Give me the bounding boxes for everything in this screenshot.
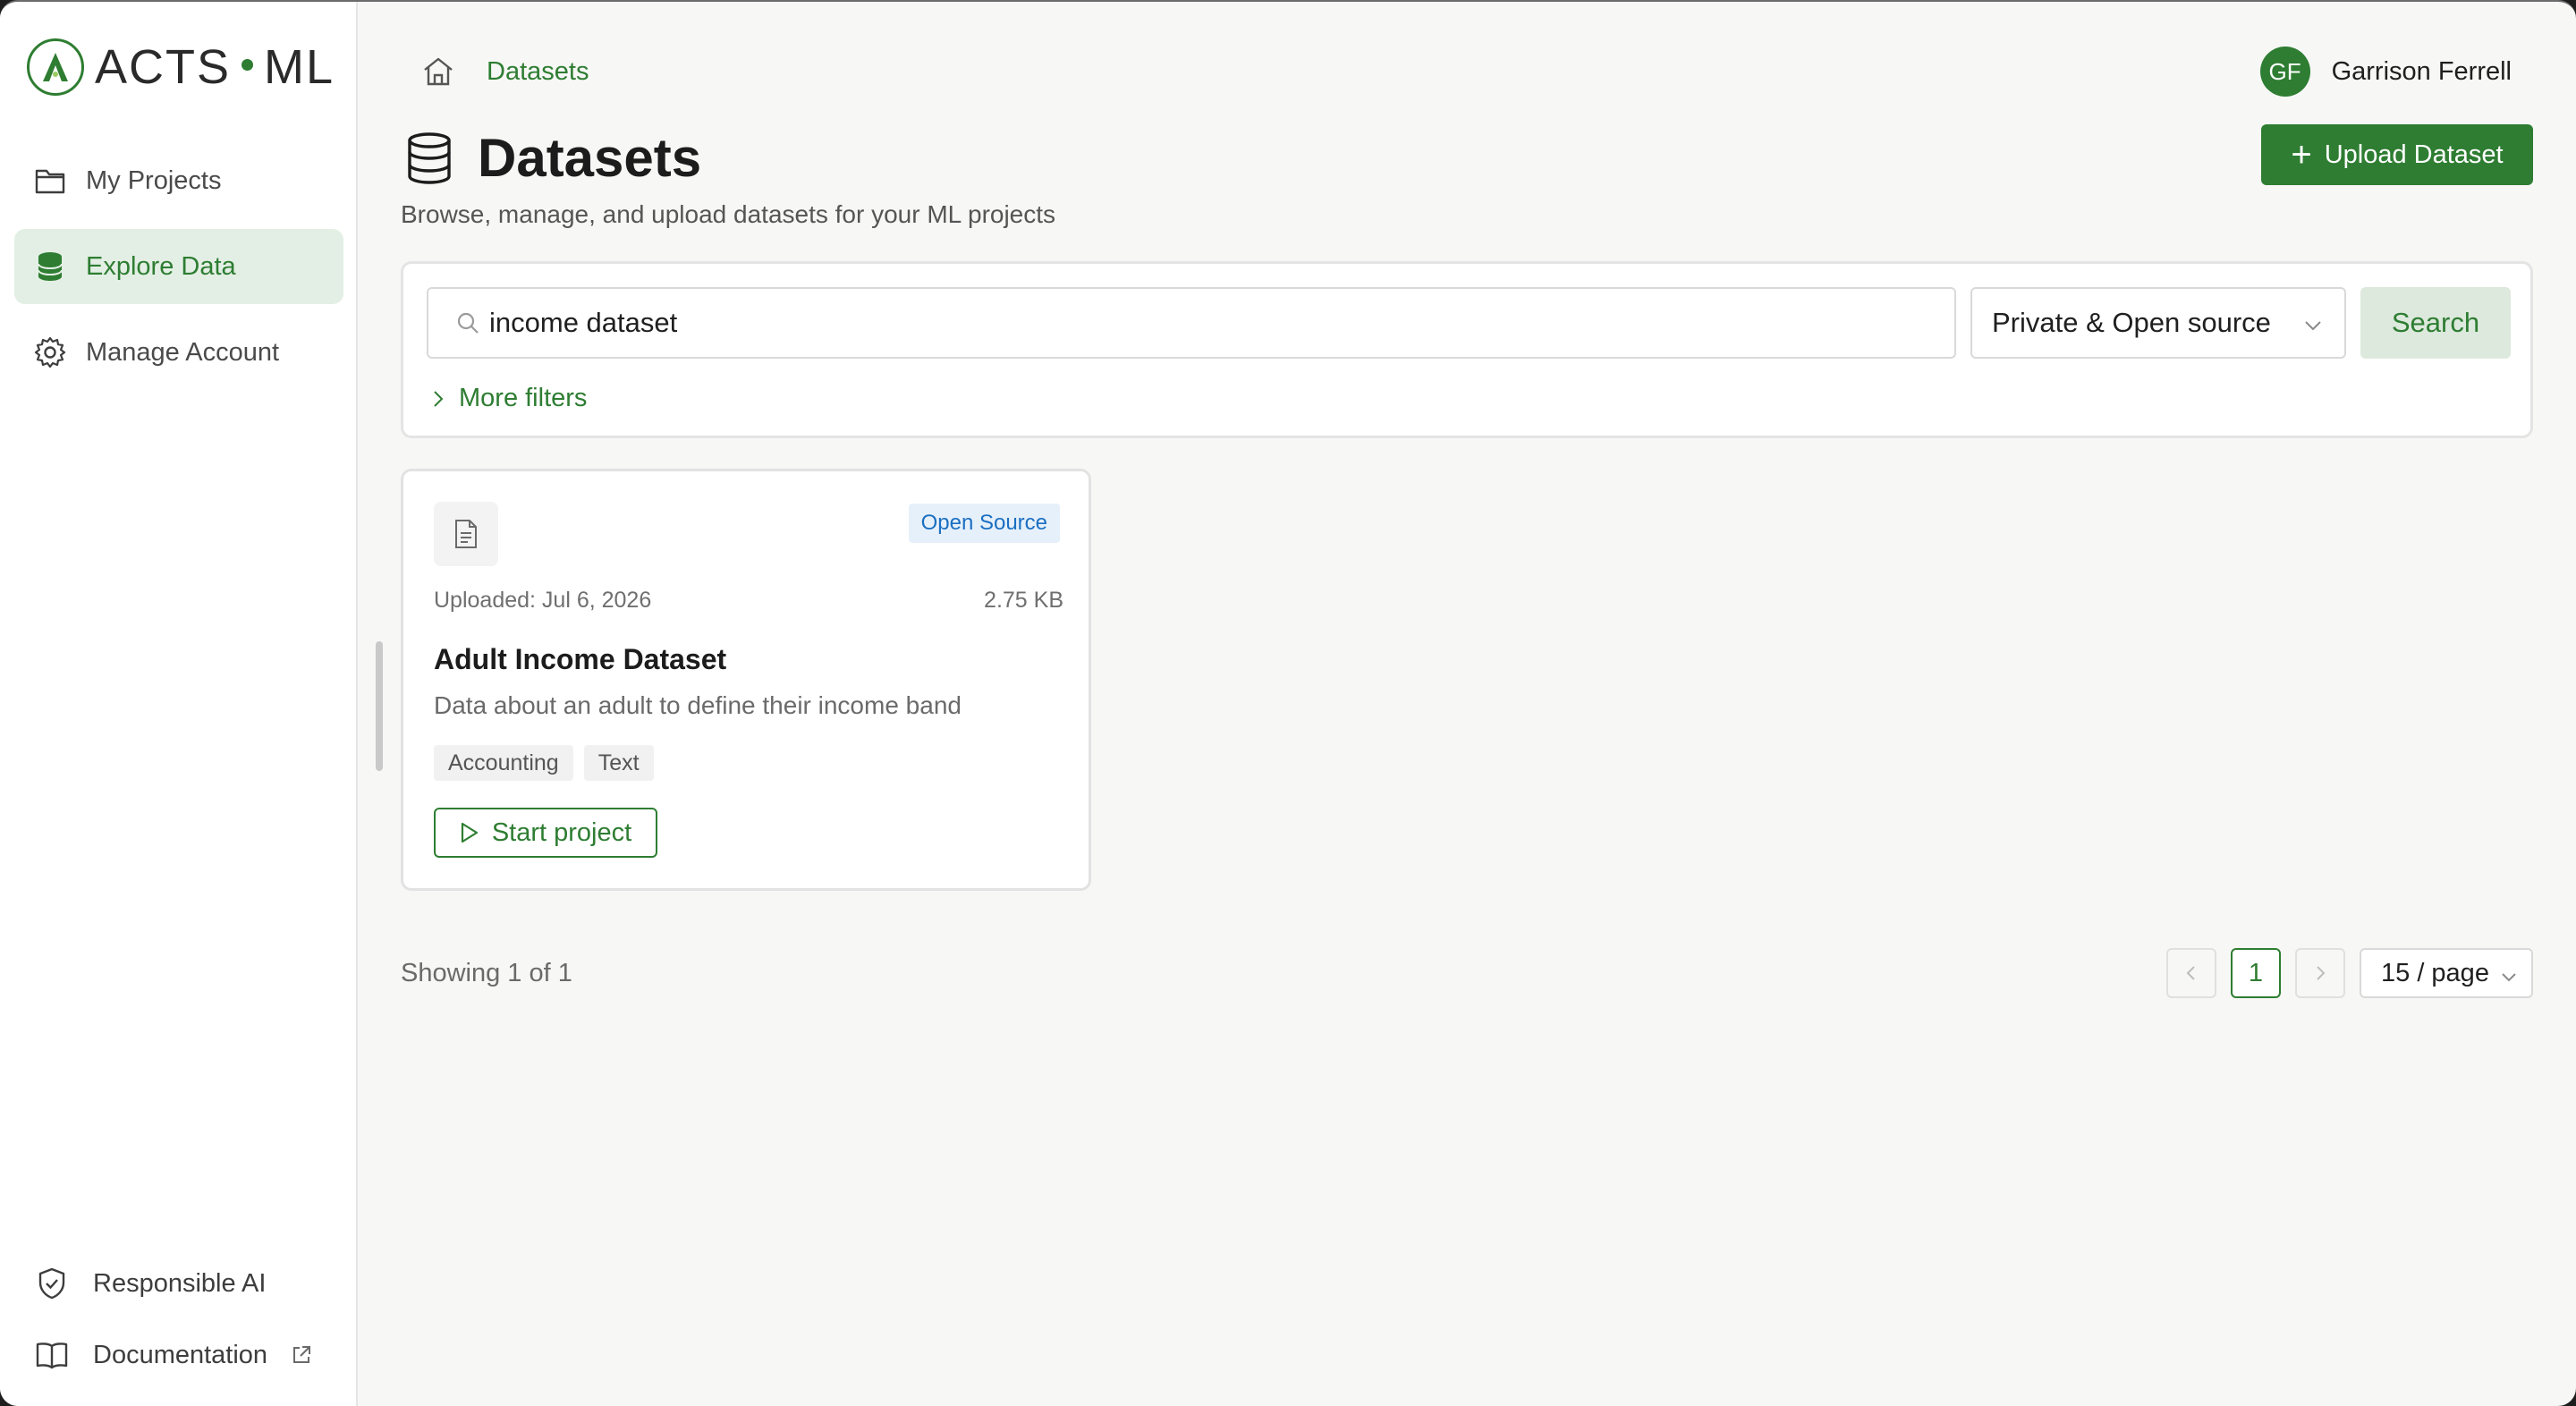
home-icon[interactable] bbox=[420, 54, 456, 89]
gear-icon bbox=[32, 335, 68, 370]
plus-icon: + bbox=[2291, 135, 2312, 174]
database-icon bbox=[32, 249, 68, 284]
folder-icon bbox=[32, 163, 68, 199]
start-project-label: Start project bbox=[491, 817, 632, 847]
user-name: Garrison Ferrell bbox=[2331, 56, 2512, 86]
breadcrumb: Datasets bbox=[420, 52, 589, 91]
search-input[interactable] bbox=[489, 307, 1920, 339]
search-button[interactable]: Search bbox=[2360, 287, 2511, 359]
start-project-button[interactable]: Start project bbox=[434, 808, 657, 858]
tag: Accounting bbox=[434, 745, 573, 781]
search-icon bbox=[455, 309, 482, 336]
sidebar-item-manage-account[interactable]: Manage Account bbox=[14, 315, 343, 390]
chevron-right-icon bbox=[430, 389, 446, 409]
dataset-tags: Accounting Text bbox=[434, 745, 665, 781]
status-badge: Open Source bbox=[908, 504, 1060, 543]
chevron-left-icon bbox=[2186, 966, 2195, 980]
page-size-select[interactable]: 15 / page bbox=[2360, 948, 2533, 998]
breadcrumb-datasets[interactable]: Datasets bbox=[487, 57, 589, 87]
page-number[interactable]: 1 bbox=[2231, 948, 2281, 998]
brand-logo[interactable]: ACTS ML bbox=[27, 38, 335, 97]
visibility-select-value: Private & Open source bbox=[1992, 307, 2271, 338]
dataset-description: Data about an adult to define their inco… bbox=[434, 691, 962, 719]
sidebar-item-documentation[interactable]: Documentation bbox=[0, 1324, 358, 1386]
more-filters-label: More filters bbox=[459, 384, 588, 412]
chevron-down-icon bbox=[2499, 964, 2519, 994]
sidebar-item-label: Explore Data bbox=[86, 251, 236, 281]
results-count: Showing 1 of 1 bbox=[401, 959, 572, 987]
search-panel: Private & Open source Search More filter… bbox=[401, 261, 2533, 438]
next-page-button[interactable] bbox=[2295, 948, 2345, 998]
upload-date: Uploaded: Jul 6, 2026 bbox=[434, 588, 652, 613]
sidebar-item-label: My Projects bbox=[86, 165, 222, 195]
book-icon bbox=[34, 1337, 70, 1373]
more-filters-toggle[interactable]: More filters bbox=[430, 384, 587, 413]
prev-page-button[interactable] bbox=[2166, 948, 2216, 998]
shield-check-icon bbox=[34, 1266, 70, 1301]
brand-name: ACTS ML bbox=[95, 40, 335, 94]
avatar: GF bbox=[2259, 47, 2310, 97]
sidebar-item-label: Documentation bbox=[93, 1340, 268, 1369]
page-title: Datasets bbox=[478, 128, 702, 188]
dataset-card[interactable]: Open Source Uploaded: Jul 6, 2026 2.75 K… bbox=[401, 469, 1091, 891]
upload-dataset-label: Upload Dataset bbox=[2324, 140, 2504, 169]
app-window: ACTS ML My Projects Explore Data Manage A… bbox=[0, 0, 2576, 1406]
sidebar-item-responsible-ai[interactable]: Responsible AI bbox=[0, 1252, 358, 1315]
database-icon bbox=[401, 130, 458, 187]
play-icon bbox=[460, 821, 479, 844]
chevron-right-icon bbox=[2317, 966, 2326, 980]
sidebar-item-my-projects[interactable]: My Projects bbox=[14, 143, 343, 218]
file-icon bbox=[434, 502, 498, 566]
logo-mark-icon bbox=[27, 38, 84, 96]
sidebar-item-explore-data[interactable]: Explore Data bbox=[14, 229, 343, 304]
page-subtitle: Browse, manage, and upload datasets for … bbox=[401, 200, 1056, 228]
visibility-select[interactable]: Private & Open source bbox=[1970, 287, 2346, 359]
file-size: 2.75 KB bbox=[984, 588, 1063, 613]
page-size-value: 15 / page bbox=[2381, 958, 2489, 987]
external-link-icon bbox=[291, 1344, 312, 1366]
sidebar: ACTS ML My Projects Explore Data Manage A… bbox=[0, 2, 358, 1406]
dataset-meta: Uploaded: Jul 6, 2026 2.75 KB bbox=[434, 588, 1063, 614]
sidebar-item-label: Responsible AI bbox=[93, 1268, 267, 1298]
sidebar-scrollbar[interactable] bbox=[376, 641, 383, 771]
tag: Text bbox=[583, 745, 654, 781]
page-header: Datasets bbox=[401, 127, 701, 189]
sidebar-item-label: Manage Account bbox=[86, 337, 280, 367]
search-field[interactable] bbox=[427, 287, 1956, 359]
dataset-title[interactable]: Adult Income Dataset bbox=[434, 643, 726, 676]
user-menu[interactable]: GF Garrison Ferrell bbox=[2259, 47, 2512, 97]
chevron-down-icon bbox=[2301, 312, 2325, 344]
upload-dataset-button[interactable]: + Upload Dataset bbox=[2261, 124, 2533, 185]
